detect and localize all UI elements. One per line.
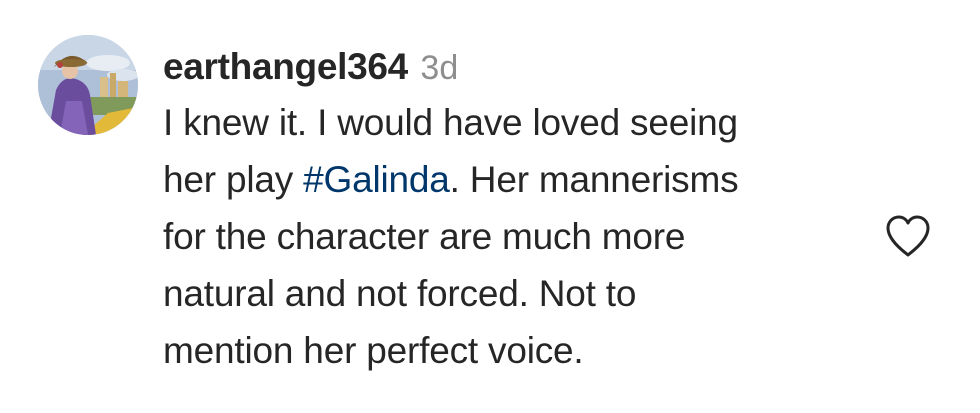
comment-text-segment: her play — [163, 159, 304, 200]
avatar[interactable] — [38, 35, 138, 135]
comment-line: I knew it. I would have loved seeing — [163, 94, 863, 151]
comment-text-segment: I knew it. I would have loved seeing — [163, 102, 738, 143]
comment-text-segment: mention her perfect voice. — [163, 330, 584, 371]
timestamp[interactable]: 3d — [420, 49, 458, 87]
comment-line: her play #Galinda. Her mannerisms — [163, 151, 863, 208]
comment-line: natural and not forced. Not to — [163, 265, 863, 322]
username-link[interactable]: earthangel364 — [163, 46, 408, 87]
like-button[interactable] — [884, 214, 932, 258]
comment-text: I knew it. I would have loved seeing her… — [163, 94, 863, 379]
comment-text-segment: natural and not forced. Not to — [163, 273, 637, 314]
heart-outline-icon — [886, 215, 930, 257]
hashtag-link[interactable]: #Galinda — [303, 159, 450, 200]
comment: earthangel364 3d I knew it. I would have… — [0, 0, 980, 413]
comment-text-segment: for the character are much more — [163, 216, 686, 257]
comment-meta: earthangel364 3d — [163, 40, 863, 94]
avatar-image — [38, 35, 138, 135]
comment-body: earthangel364 3d I knew it. I would have… — [163, 40, 863, 379]
comment-text-segment: . Her mannerisms — [449, 159, 739, 200]
comment-line: mention her perfect voice. — [163, 322, 863, 379]
comment-line: for the character are much more — [163, 208, 863, 265]
